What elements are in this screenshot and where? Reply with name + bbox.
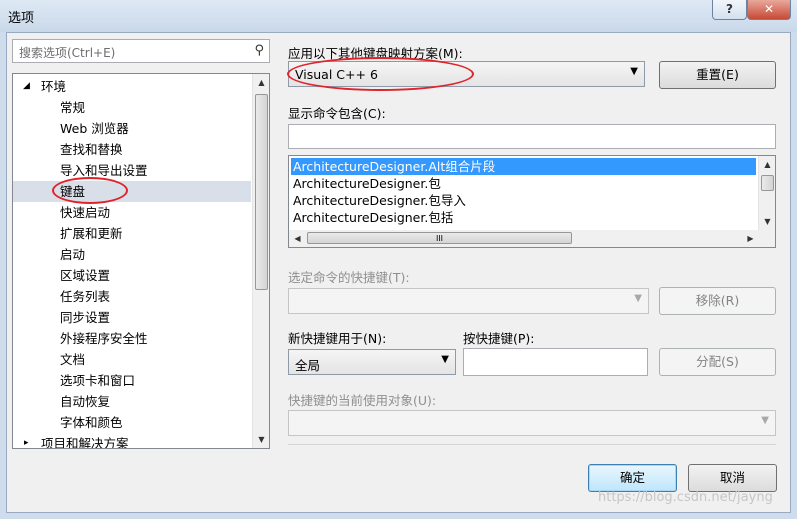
annotation-ellipse [52,177,128,204]
tree-item-label: 同步设置 [60,310,111,325]
scroll-up-icon[interactable]: ▲ [253,74,269,91]
reset-button[interactable]: 重置(E) [659,61,776,89]
list-item[interactable]: ArchitectureDesigner.包括 [291,209,756,226]
used-by-select[interactable]: ▼ [288,410,776,436]
tree-item-label: 选项卡和窗口 [60,373,136,388]
tree-item-documents[interactable]: 文档 [13,349,251,370]
footer-divider [288,444,776,445]
tree-item-general[interactable]: 常规 [13,97,251,118]
shortcuts-label: 选定命令的快捷键(T): [288,270,410,285]
annotation-ellipse [287,57,474,91]
new-shortcut-value: 全局 [295,358,321,373]
tree-item-quick-launch[interactable]: 快速启动 [13,202,251,223]
tree-item-environment[interactable]: ◢ 环境 [13,76,251,97]
tree-item-import-export[interactable]: 导入和导出设置 [13,160,251,181]
tree-item-sync[interactable]: 同步设置 [13,307,251,328]
chevron-down-icon: ▼ [441,354,449,365]
scroll-down-icon[interactable]: ▼ [759,213,775,230]
collapse-icon[interactable]: ◢ [23,76,30,97]
tree-item-task-list[interactable]: 任务列表 [13,286,251,307]
window-title: 选项 [8,11,35,26]
ok-button[interactable]: 确定 [588,464,677,492]
command-list[interactable]: ArchitectureDesigner.Alt组合片段 Architectur… [288,155,776,248]
scrollbar-grip: III [435,234,444,243]
list-item[interactable]: ArchitectureDesigner.包导入 [291,192,756,209]
new-shortcut-label: 新快捷键用于(N): [288,331,387,346]
help-button[interactable]: ? [712,0,747,20]
scrollbar-thumb[interactable] [761,175,774,191]
chevron-down-icon: ▼ [630,66,638,77]
press-keys-label: 按快捷键(P): [463,331,535,346]
search-placeholder: 搜索选项(Ctrl+E) [19,46,116,60]
scroll-right-icon[interactable]: ▶ [742,230,759,247]
watermark: https://blog.csdn.net/jayng [598,490,773,505]
list-item[interactable]: ArchitectureDesigner.包 [291,175,756,192]
close-button[interactable]: ✕ [747,0,791,20]
tree-item-tabs-windows[interactable]: 选项卡和窗口 [13,370,251,391]
tree-item-projects[interactable]: ▸ 项目和解决方案 [13,433,251,449]
tree-item-label: 任务列表 [60,289,111,304]
assign-button[interactable]: 分配(S) [659,348,776,376]
search-icon[interactable]: ⚲ [254,43,264,58]
scrollbar-corner [758,230,775,247]
used-by-label: 快捷键的当前使用对象(U): [288,393,437,408]
tree-item-label: 自动恢复 [60,394,111,409]
tree-item-label: Web 浏览器 [60,121,129,136]
shortcuts-select[interactable]: ▼ [288,288,649,314]
chevron-down-icon: ▼ [761,415,769,426]
tree-item-find-replace[interactable]: 查找和替换 [13,139,251,160]
tree-item-startup[interactable]: 启动 [13,244,251,265]
tree-item-extensions[interactable]: 扩展和更新 [13,223,251,244]
scroll-up-icon[interactable]: ▲ [759,156,775,173]
tree-item-regional[interactable]: 区域设置 [13,265,251,286]
tree-item-label: 启动 [60,247,86,262]
options-tree[interactable]: ◢ 环境 常规 Web 浏览器 查找和替换 导入和导出设置 键盘 快速启动 扩展… [12,73,270,449]
tree-item-keyboard[interactable]: 键盘 [13,181,251,202]
scroll-down-icon[interactable]: ▼ [253,431,269,448]
list-vscrollbar[interactable]: ▲ ▼ [758,156,775,230]
list-hscrollbar[interactable]: ◀ III ▶ [289,230,759,247]
list-item[interactable]: ArchitectureDesigner.Alt组合片段 [291,158,756,175]
remove-button[interactable]: 移除(R) [659,287,776,315]
tree-item-label: 项目和解决方案 [41,436,129,449]
tree-item-label: 文档 [60,352,86,367]
chevron-down-icon: ▼ [634,293,642,304]
tree-item-label: 外接程序安全性 [60,331,148,346]
expand-icon[interactable]: ▸ [24,433,29,448]
tree-item-web-browser[interactable]: Web 浏览器 [13,118,251,139]
scrollbar-thumb[interactable]: III [307,232,572,244]
title-bar [0,0,797,32]
tree-item-autorecover[interactable]: 自动恢复 [13,391,251,412]
tree-item-label: 常规 [60,100,86,115]
tree-item-label: 字体和颜色 [60,415,123,430]
scrollbar-thumb[interactable] [255,94,268,290]
show-commands-label: 显示命令包含(C): [288,106,386,121]
search-input[interactable]: 搜索选项(Ctrl+E) ⚲ [12,39,270,63]
tree-item-addin-security[interactable]: 外接程序安全性 [13,328,251,349]
press-keys-input[interactable] [463,348,648,376]
tree-item-label: 快速启动 [60,205,111,220]
scroll-left-icon[interactable]: ◀ [289,230,306,247]
tree-scrollbar[interactable]: ▲ ▼ [252,74,269,448]
tree-item-fonts-colors[interactable]: 字体和颜色 [13,412,251,433]
tree-item-label: 区域设置 [60,268,111,283]
tree-item-label: 查找和替换 [60,142,123,157]
tree-item-label: 环境 [41,79,67,94]
tree-item-label: 扩展和更新 [60,226,123,241]
cancel-button[interactable]: 取消 [688,464,777,492]
show-commands-input[interactable] [288,124,776,149]
new-shortcut-select[interactable]: 全局 ▼ [288,349,456,375]
